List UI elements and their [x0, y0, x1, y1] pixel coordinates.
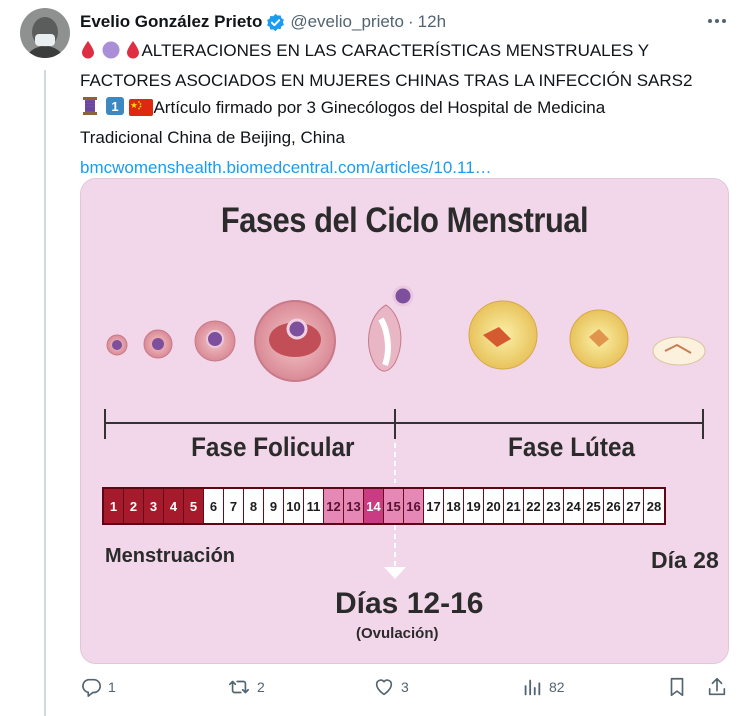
day-cell: 3	[144, 489, 164, 523]
tweet-title-part-2: FACTORES ASOCIADOS EN MUJERES CHINAS TRA…	[80, 71, 693, 90]
reply-button[interactable]: 1	[80, 676, 116, 698]
avatar-face-mask	[35, 34, 55, 46]
bookmark-icon	[670, 677, 684, 697]
avatar-shoulders	[23, 46, 67, 58]
day-cell: 28	[644, 489, 664, 523]
thread-line	[44, 70, 46, 716]
day-strip: 1 2 3 4 5 6 7 8 9 10 11 12 13 14 15 16 17 18 19 20 21 22 23 24 2…	[102, 487, 666, 525]
day-cell: 18	[444, 489, 464, 523]
keycap-1-icon: 1	[105, 96, 125, 124]
tweet-line-3: 1 Artículo firmado por 3 Ginecólogos del…	[80, 94, 700, 124]
day-cell: 20	[484, 489, 504, 523]
more-options-icon[interactable]	[706, 12, 728, 30]
tweet-header: Evelio González Prieto @evelio_prieto · …	[80, 10, 730, 34]
day-cell: 6	[204, 489, 224, 523]
day-cell: 10	[284, 489, 304, 523]
avatar[interactable]	[20, 8, 70, 58]
secondary-follicle	[194, 320, 236, 362]
day-cell: 5	[184, 489, 204, 523]
day-cell: 13	[344, 489, 364, 523]
tweet-body-part-1: Artículo firmado por 3 Ginecólogos del H…	[153, 98, 606, 117]
day-cell: 1	[104, 489, 124, 523]
tweet-title-part-1: ALTERACIONES EN LAS CARACTERÍSTICAS MENS…	[141, 41, 650, 60]
primary-follicle	[143, 329, 173, 359]
day-cell: 17	[424, 489, 444, 523]
day-cell: 8	[244, 489, 264, 523]
day-cell: 25	[584, 489, 604, 523]
ovulation-label: (Ovulación)	[356, 625, 439, 642]
like-button[interactable]: 3	[373, 676, 409, 698]
author-name[interactable]: Evelio González Prieto	[80, 12, 262, 32]
share-button[interactable]	[706, 676, 728, 698]
ovulation-days-label: Días 12-16	[335, 587, 484, 620]
purple-circle-icon	[101, 40, 121, 67]
day-cell: 15	[384, 489, 404, 523]
phase-luteal-label: Fase Lútea	[508, 432, 636, 462]
corpus-albicans	[652, 336, 706, 366]
verified-badge-icon	[266, 13, 285, 32]
corpus-luteum-early	[468, 300, 538, 370]
share-icon	[708, 677, 726, 696]
retweet-button[interactable]: 2	[227, 676, 265, 698]
day-cell: 16	[404, 489, 424, 523]
keycap-digit: 1	[111, 99, 118, 114]
graafian-follicle	[254, 300, 336, 382]
day-cell: 11	[304, 489, 324, 523]
header-separator: ·	[407, 12, 414, 31]
day-cell: 9	[264, 489, 284, 523]
tweet-body-part-2: Tradicional China de Beijing, China	[80, 128, 345, 147]
bookmark-button[interactable]	[667, 676, 687, 698]
ovulating-follicle	[368, 285, 414, 372]
retweet-icon	[229, 680, 249, 694]
views-button[interactable]: 82	[521, 676, 565, 698]
china-flag-icon	[129, 97, 154, 124]
like-count: 3	[401, 679, 409, 695]
author-handle[interactable]: @evelio_prieto	[290, 12, 404, 32]
menstruation-label: Menstruación	[105, 545, 236, 567]
tweet-text: ALTERACIONES EN LAS CARACTERÍSTICAS MENS…	[80, 37, 700, 181]
heart-icon	[375, 679, 393, 696]
article-link[interactable]: bmcwomenshealth.biomedcentral.com/articl…	[80, 158, 492, 177]
infographic-image[interactable]: Fases del Ciclo Menstrual Fase Folicular…	[80, 178, 729, 664]
corpus-luteum	[569, 309, 629, 369]
day-cell: 27	[624, 489, 644, 523]
primordial-follicle	[106, 334, 128, 356]
tweet-line-1: ALTERACIONES EN LAS CARACTERÍSTICAS MENS…	[80, 37, 700, 67]
day-cell: 7	[224, 489, 244, 523]
day-cell: 24	[564, 489, 584, 523]
day28-label: Día 28	[651, 547, 719, 573]
phase-follicular-label: Fase Folicular	[191, 432, 355, 462]
day-cell: 4	[164, 489, 184, 523]
day-cell: 12	[324, 489, 344, 523]
day-cell: 26	[604, 489, 624, 523]
views-chart-icon	[524, 679, 541, 696]
day-cell: 14	[364, 489, 384, 523]
tweet-actions: 1 2 3 82	[80, 676, 730, 706]
retweet-count: 2	[257, 679, 265, 695]
blood-drop-icon	[80, 40, 96, 67]
day-cell: 22	[524, 489, 544, 523]
day-cell: 23	[544, 489, 564, 523]
blood-drop-icon	[125, 40, 141, 67]
day-cell: 2	[124, 489, 144, 523]
reply-count: 1	[108, 679, 116, 695]
views-count: 82	[549, 679, 565, 695]
tweet-time[interactable]: 12h	[418, 12, 446, 32]
reply-icon	[82, 678, 101, 697]
day-cell: 19	[464, 489, 484, 523]
day-cell: 21	[504, 489, 524, 523]
thread-spool-icon	[80, 96, 100, 124]
